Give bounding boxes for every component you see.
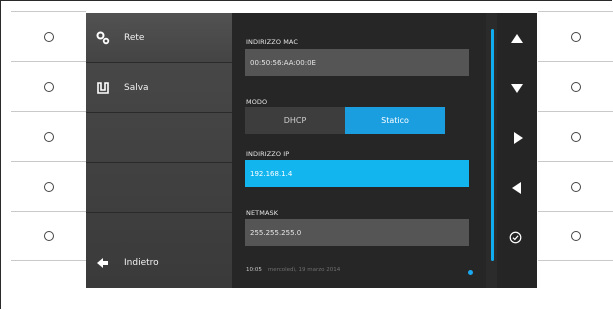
status-indicator-icon [468,270,473,275]
button-ring-icon [570,231,581,241]
menu-item-empty-2 [86,163,232,213]
save-icon [97,82,109,94]
ip-label: INDIRIZZO IP [246,150,290,158]
ip-field[interactable]: 192.168.1.4 [245,160,469,187]
arrow-down-icon [511,84,523,93]
status-bar: 10:05 mercoledì, 19 marzo 2014 [246,267,340,273]
side-menu: Rete Salva Indietro [86,13,232,288]
confirm-check-icon [509,231,522,244]
button-ring-icon [43,31,54,42]
physical-button-right-4[interactable] [538,161,613,211]
physical-button-left-2[interactable] [11,61,86,111]
right-physical-buttons [538,11,613,261]
menu-item-rete[interactable]: Rete [86,13,232,63]
display-screen: Rete Salva Indietro INDIRIZZO MAC 00:50:… [86,13,537,288]
mode-option-statico[interactable]: Statico [345,107,445,134]
status-time: 10:05 [246,267,262,273]
nav-up-button[interactable] [497,13,537,63]
arrow-up-icon [511,34,523,43]
button-ring-icon [570,131,581,142]
menu-item-indietro[interactable]: Indietro [86,238,232,288]
physical-button-left-5[interactable] [11,211,86,261]
nav-left-button[interactable] [497,163,537,213]
back-arrow-icon [97,258,108,268]
netmask-label: NETMASK [246,209,279,217]
button-ring-icon [570,81,581,92]
physical-button-left-1[interactable] [11,11,86,61]
physical-button-left-3[interactable] [11,111,86,161]
menu-item-salva[interactable]: Salva [86,63,232,113]
physical-button-right-5[interactable] [538,211,613,261]
status-date: mercoledì, 19 marzo 2014 [267,267,341,273]
button-ring-icon [43,81,54,92]
nav-down-button[interactable] [497,63,537,113]
physical-button-right-3[interactable] [538,111,613,161]
nav-right-button[interactable] [497,113,537,163]
mac-label: INDIRIZZO MAC [246,38,299,46]
physical-button-left-4[interactable] [11,161,86,211]
mode-label: MODO [246,98,268,106]
mac-field: 00:50:56:AA:00:0E [245,49,469,76]
arrow-right-icon [514,132,523,144]
menu-item-label: Rete [124,33,145,43]
button-ring-icon [570,31,581,42]
button-ring-icon [43,131,54,142]
menu-item-label: Indietro [124,258,159,268]
menu-item-label: Salva [124,83,149,93]
settings-panel: INDIRIZZO MAC 00:50:56:AA:00:0E MODO DHC… [232,13,486,288]
scrollbar[interactable] [491,29,494,261]
nav-buttons [497,13,537,288]
button-ring-icon [43,231,54,241]
mode-selector: DHCP Statico [245,107,445,134]
physical-button-right-2[interactable] [538,61,613,111]
physical-button-right-1[interactable] [538,11,613,61]
button-ring-icon [570,181,581,192]
netmask-field[interactable]: 255.255.255.0 [245,219,469,246]
left-physical-buttons [11,11,86,261]
arrow-left-icon [512,182,521,194]
gears-icon [96,31,110,45]
button-ring-icon [43,181,54,192]
nav-confirm-button[interactable] [497,213,537,263]
menu-item-empty-1 [86,113,232,163]
mode-option-dhcp[interactable]: DHCP [245,107,345,134]
